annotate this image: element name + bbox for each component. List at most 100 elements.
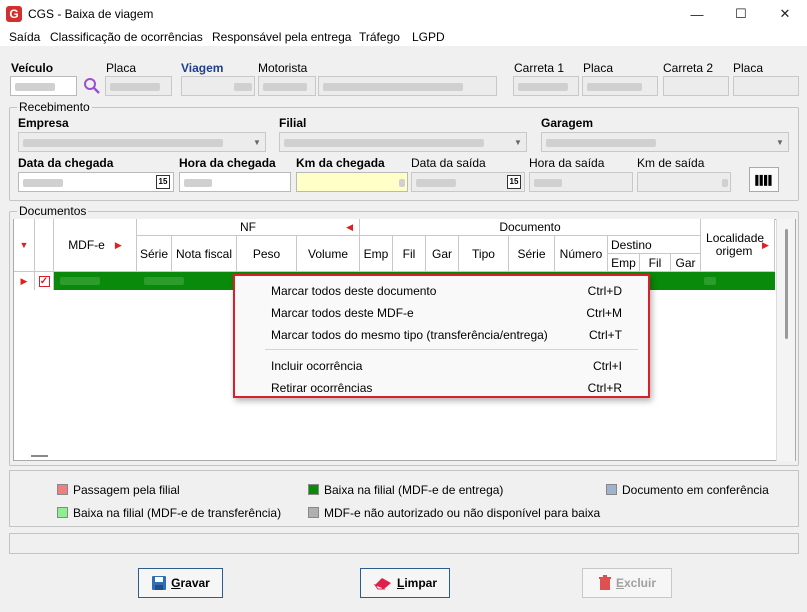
nf-group-header: NF ◀ [137, 219, 360, 236]
placa2-field [733, 76, 799, 96]
veiculo-input[interactable] [10, 76, 77, 96]
filial-label: Filial [279, 116, 307, 130]
app-logo: G [6, 6, 22, 22]
context-menu: Marcar todos deste documento Ctrl+D Marc… [233, 274, 650, 398]
ctx-shortcut-r: Ctrl+R [587, 381, 622, 395]
search-icon[interactable] [83, 77, 101, 95]
ctx-marcar-mdfe[interactable]: Marcar todos deste MDF-e [271, 306, 414, 320]
chevron-down-icon: ▼ [253, 137, 261, 147]
menu-lgpd[interactable]: LGPD [412, 30, 445, 44]
placa1-field [582, 76, 658, 96]
documento-group-header: Documento [360, 219, 701, 236]
expand-right-icon[interactable]: ▶ [115, 240, 122, 251]
expand-right-icon[interactable]: ▶ [762, 239, 769, 252]
empresa-select[interactable]: ▼ [18, 132, 266, 152]
menu-classificacao[interactable]: Classificação de ocorrências [50, 30, 203, 44]
ctx-shortcut-m: Ctrl+M [586, 306, 622, 320]
motorista-name-field [318, 76, 497, 96]
menu-saida[interactable]: Saída [9, 30, 40, 44]
documentos-legend: Documentos [17, 204, 89, 218]
destino-group-header: Destino [608, 236, 701, 254]
legend-nao-autorizado: MDF-e não autorizado ou não disponível p… [324, 506, 601, 520]
doc-fil-header: Fil [393, 236, 426, 272]
ctx-shortcut-t: Ctrl+T [589, 328, 622, 342]
dest-gar-header: Gar [671, 254, 701, 272]
row-checkbox-cell[interactable]: ✓ [35, 272, 54, 290]
barcode-button[interactable]: ▌▌▌▌ [749, 167, 779, 192]
vertical-scrollbar[interactable] [776, 219, 795, 461]
row-checkbox[interactable]: ✓ [38, 275, 50, 287]
km-chegada-input[interactable] [296, 172, 408, 192]
doc-emp-header: Emp [360, 236, 393, 272]
peso-header: Peso [237, 236, 297, 272]
indicator-header: ▼ [14, 219, 35, 272]
carreta1-label: Carreta 1 [514, 61, 565, 75]
viagem-label: Viagem [181, 61, 224, 75]
empresa-label: Empresa [18, 116, 69, 130]
calendar-icon: 15 [507, 175, 521, 189]
doc-tipo-header: Tipo [459, 236, 509, 272]
nota-fiscal-header: Nota fiscal [172, 236, 237, 272]
hora-chegada-input[interactable] [179, 172, 291, 192]
chevron-down-icon: ▼ [514, 137, 522, 147]
doc-numero-header: Número [555, 236, 608, 272]
sort-down-icon: ▼ [19, 240, 29, 250]
barcode-icon: ▌▌▌▌ [755, 174, 774, 185]
collapse-left-icon[interactable]: ◀ [346, 222, 353, 233]
calendar-icon[interactable]: 15 [156, 175, 170, 189]
doc-serie-header: Série [509, 236, 555, 272]
trash-icon [598, 575, 611, 590]
ctx-shortcut-i: Ctrl+I [592, 359, 622, 373]
save-icon [152, 576, 167, 590]
legend-color-passagem [57, 484, 68, 495]
data-saida-label: Data da saída [411, 156, 486, 170]
ctx-marcar-tipo[interactable]: Marcar todos do mesmo tipo (transferênci… [271, 328, 548, 342]
carreta2-field [663, 76, 729, 96]
km-saida-label: Km de saída [637, 156, 705, 170]
motorista-label: Motorista [258, 61, 308, 75]
minimize-button[interactable]: — [675, 0, 719, 28]
ctx-shortcut-d: Ctrl+D [587, 284, 622, 298]
ctx-retirar-ocorrencias[interactable]: Retirar ocorrências [271, 381, 372, 395]
placa-label: Placa [106, 61, 137, 75]
check-header [35, 219, 54, 272]
dest-emp-header: Emp [608, 254, 640, 272]
carreta1-field [513, 76, 579, 96]
horizontal-scroll-indicator[interactable] [31, 455, 48, 457]
recebimento-legend: Recebimento [17, 100, 92, 114]
hora-saida-label: Hora da saída [529, 156, 605, 170]
legend-color-conferencia [606, 484, 617, 495]
maximize-button[interactable]: ☐ [719, 0, 763, 28]
km-chegada-label: Km da chegada [296, 156, 385, 170]
close-button[interactable]: ✕ [763, 0, 807, 28]
eraser-icon [373, 578, 391, 590]
carreta2-label: Carreta 2 [663, 61, 714, 75]
data-chegada-label: Data da chegada [18, 156, 114, 170]
mdfe-header[interactable]: MDF-e ▶ [54, 219, 137, 272]
legend-conferencia: Documento em conferência [622, 483, 769, 497]
placa2-label: Placa [733, 61, 764, 75]
placa-field [105, 76, 172, 96]
filial-select[interactable]: ▼ [279, 132, 527, 152]
status-bar [9, 533, 799, 554]
data-chegada-input[interactable]: 15 [18, 172, 174, 192]
motorista-code-field [258, 76, 316, 96]
scrollbar-thumb[interactable] [785, 229, 788, 339]
legend-transferencia: Baixa na filial (MDF-e de transferência) [73, 506, 282, 520]
row-indicator: ▶ [14, 272, 35, 290]
garagem-select[interactable]: ▼ [541, 132, 789, 152]
legend-color-nao-autorizado [308, 507, 319, 518]
placa1-label: Placa [583, 61, 614, 75]
chevron-down-icon: ▼ [776, 137, 784, 147]
ctx-incluir-ocorrencia[interactable]: Incluir ocorrência [271, 359, 362, 373]
legend-passagem: Passagem pela filial [73, 483, 180, 497]
ctx-marcar-documento[interactable]: Marcar todos deste documento [271, 284, 436, 298]
menu-responsavel[interactable]: Responsável pela entrega [212, 30, 351, 44]
excluir-button[interactable]: Excluir [582, 568, 672, 598]
localidade-header[interactable]: Localidade origem ▶ [701, 219, 775, 272]
menu-trafego[interactable]: Tráfego [359, 30, 400, 44]
legend-color-transferencia [57, 507, 68, 518]
limpar-button[interactable]: Limpar [360, 568, 450, 598]
gravar-button[interactable]: Gravar [138, 568, 223, 598]
data-saida-field: 15 [411, 172, 525, 192]
